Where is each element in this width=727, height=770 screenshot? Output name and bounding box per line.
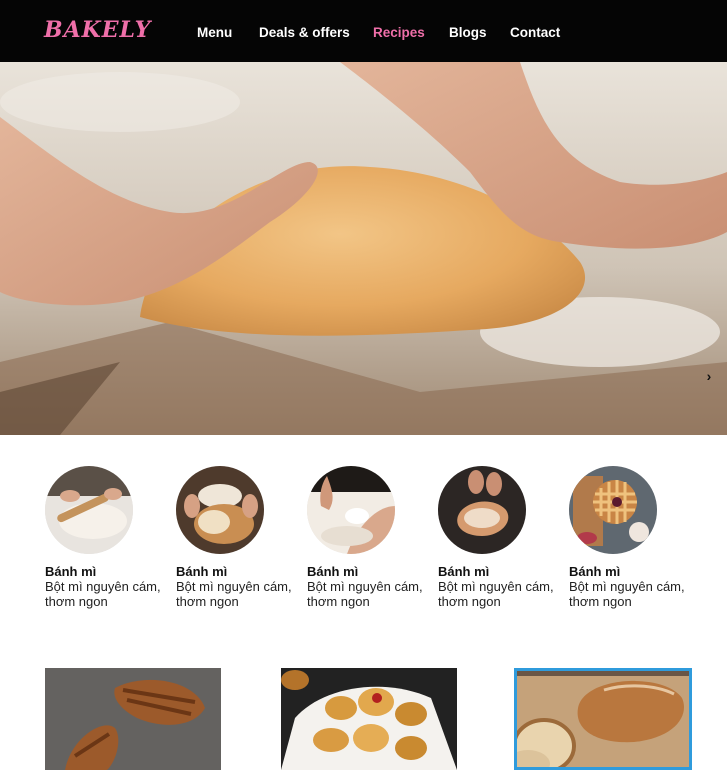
nav-item-blogs[interactable]: Blogs: [449, 25, 487, 40]
product-card-pastry-basket[interactable]: [281, 668, 457, 770]
category-image-rolling-dough: [45, 466, 133, 554]
hero-image: [0, 62, 727, 435]
category-title: Bánh mì: [438, 564, 490, 579]
nav-item-menu[interactable]: Menu: [197, 25, 232, 40]
category-description: Bột mì nguyên cám, thơm ngon: [438, 579, 554, 609]
category-description: Bột mì nguyên cám, thơm ngon: [45, 579, 161, 609]
category-image-dough-ball: [438, 466, 526, 554]
category-title: Bánh mì: [45, 564, 97, 579]
category-item[interactable]: Bánh mì Bột mì nguyên cám, thơm ngon: [569, 466, 699, 609]
category-item[interactable]: Bánh mì Bột mì nguyên cám, thơm ngon: [176, 466, 306, 609]
nav-item-contact[interactable]: Contact: [510, 25, 560, 40]
croissants-image: [45, 668, 221, 770]
pastry-basket-image: [281, 668, 457, 770]
category-description: Bột mì nguyên cám, thơm ngon: [176, 579, 292, 609]
product-card-croissants[interactable]: [45, 668, 221, 770]
brand-logo[interactable]: BAKELY: [44, 17, 151, 43]
chevron-right-icon[interactable]: ›: [701, 368, 717, 384]
category-item[interactable]: Bánh mì Bột mì nguyên cám, thơm ngon: [438, 466, 568, 609]
sliced-bread-image: [514, 668, 692, 770]
category-title: Bánh mì: [307, 564, 359, 579]
category-image-bread-loaf: [176, 466, 264, 554]
category-image-flour-hands: [307, 466, 395, 554]
category-image-lattice-pie: [569, 466, 657, 554]
hero-banner: ›: [0, 62, 727, 435]
category-description: Bột mì nguyên cám, thơm ngon: [307, 579, 423, 609]
nav-item-recipes[interactable]: Recipes: [373, 25, 425, 40]
category-item[interactable]: Bánh mì Bột mì nguyên cám, thơm ngon: [45, 466, 175, 609]
category-title: Bánh mì: [569, 564, 621, 579]
category-description: Bột mì nguyên cám, thơm ngon: [569, 579, 685, 609]
nav-item-deals[interactable]: Deals & offers: [259, 25, 350, 40]
category-item[interactable]: Bánh mì Bột mì nguyên cám, thơm ngon: [307, 466, 437, 609]
product-card-sliced-bread[interactable]: [514, 668, 692, 770]
category-title: Bánh mì: [176, 564, 228, 579]
top-navbar: BAKELY Menu Deals & offers Recipes Blogs…: [0, 0, 727, 62]
